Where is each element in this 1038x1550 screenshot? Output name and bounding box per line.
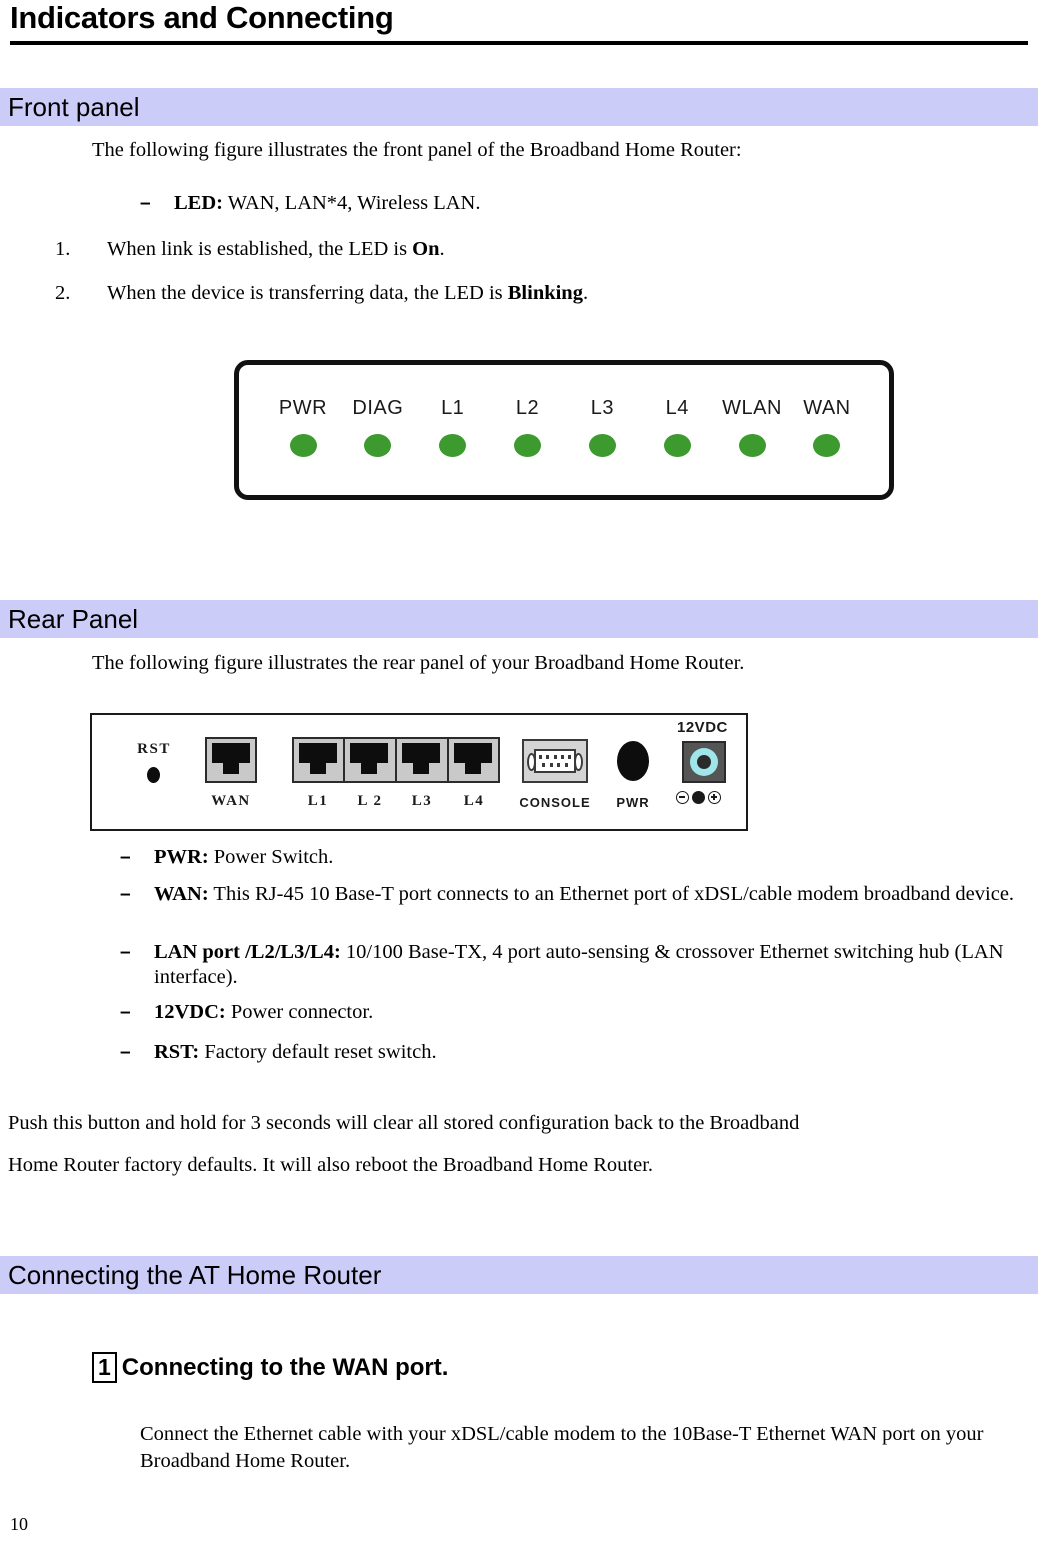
reset-note-line-1: Push this button and hold for 3 seconds … <box>8 1112 800 1134</box>
section-header-rear-panel: Rear Panel <box>0 600 1038 638</box>
front-panel-intro: The following figure illustrates the fro… <box>92 139 742 161</box>
step-1-text-after: . <box>439 238 445 260</box>
rear-wan-label: WAN <box>211 793 251 809</box>
rear-rst-label: RST <box>137 741 171 757</box>
led-indicator-pwr: PWR <box>267 397 339 457</box>
lan-port-l4-icon <box>448 737 500 783</box>
step-1-bold: On <box>412 238 440 260</box>
dash-bullet-icon: – <box>120 884 131 905</box>
rear-12vdc-label: 12VDC <box>677 719 728 736</box>
led-item-label: LED: <box>174 192 223 214</box>
polarity-center-icon <box>692 791 705 804</box>
power-switch-icon <box>617 741 649 781</box>
section-header-front-panel: Front panel <box>0 88 1038 126</box>
polarity-minus-icon <box>676 791 689 804</box>
section-header-connecting: Connecting the AT Home Router <box>0 1256 1038 1294</box>
rear-l1-label: L1 <box>307 793 329 809</box>
rear-item-pwr: – PWR: Power Switch. <box>120 845 1020 870</box>
step-2-text-after: . <box>582 282 589 304</box>
connecting-step-1-body: Connect the Ethernet cable with your xDS… <box>140 1423 984 1472</box>
lan-port-l2-icon <box>344 737 396 783</box>
connecting-step-1-heading: 1 Connecting to the WAN port. <box>92 1352 448 1383</box>
led-label: DIAG <box>352 397 404 419</box>
led-label: L2 <box>515 397 540 419</box>
list-number: 2. <box>55 282 71 304</box>
polarity-plus-icon <box>708 791 721 804</box>
dash-bullet-icon: – <box>120 1002 131 1023</box>
rear-l3-label: L3 <box>411 793 433 809</box>
step-2-bold: Blinking <box>507 282 583 304</box>
led-indicator-wlan: WLAN <box>716 397 788 457</box>
led-label: L3 <box>590 397 614 419</box>
led-dot-icon <box>439 434 467 457</box>
dash-bullet-icon: – <box>120 1042 131 1063</box>
rear-item-rst-text: Factory default reset switch. <box>199 1041 437 1063</box>
led-indicator-l1: L1 <box>417 397 489 457</box>
page-number: 10 <box>10 1514 28 1534</box>
rear-l2-label: L 2 <box>357 793 383 809</box>
led-label: PWR <box>278 397 328 419</box>
reset-button-icon <box>147 767 160 783</box>
led-label: WAN <box>803 397 851 419</box>
rear-item-wan-label: WAN: <box>154 883 209 905</box>
led-dot-icon <box>514 434 542 457</box>
rear-item-12vdc-label: 12VDC: <box>154 1001 226 1023</box>
led-indicator-diag: DIAG <box>342 397 414 457</box>
step-title: Connecting to the WAN port. <box>121 1353 449 1381</box>
rear-item-wan-text: This RJ-45 10 Base-T port connects to an… <box>208 883 1015 905</box>
led-label: L4 <box>665 397 689 419</box>
title-divider <box>10 41 1028 45</box>
rear-pwr-label: PWR <box>616 795 650 810</box>
led-dot-icon <box>813 434 841 457</box>
front-panel-led-item: – LED: WAN, LAN*4, Wireless LAN. <box>140 191 840 216</box>
rear-item-wan: – WAN: This RJ-45 10 Base-T port connect… <box>120 882 1028 907</box>
dash-bullet-icon: – <box>140 193 151 214</box>
front-panel-step-2: 2. When the device is transferring data,… <box>55 280 885 306</box>
front-panel-step-1: 1. When link is established, the LED is … <box>55 236 885 262</box>
rear-item-rst-label: RST: <box>154 1041 200 1063</box>
step-2-text-before: When the device is transferring data, th… <box>107 282 508 304</box>
led-label: WLAN <box>722 397 782 419</box>
dash-bullet-icon: – <box>120 942 131 963</box>
rear-item-lan: – LAN port /L2/L3/L4: 10/100 Base-TX, 4 … <box>120 940 1020 990</box>
led-dot-icon <box>588 434 616 457</box>
rear-panel-diagram: RST WAN L1 L 2 L3 L4 CONSOLE PWR 12VDC <box>90 713 748 831</box>
dc-power-jack-icon <box>682 741 726 783</box>
rear-item-12vdc: – 12VDC: Power connector. <box>120 1000 1020 1025</box>
led-indicator-wan: WAN <box>791 397 863 457</box>
rear-item-pwr-text: Power Switch. <box>208 846 334 868</box>
dc-polarity-icons <box>676 791 721 804</box>
rear-console-label: CONSOLE <box>519 795 591 810</box>
rear-item-pwr-label: PWR: <box>154 846 209 868</box>
lan-ports-group <box>292 737 500 783</box>
list-number: 1. <box>55 238 71 260</box>
led-item-text: WAN, LAN*4, Wireless LAN. <box>222 192 481 214</box>
led-dot-icon <box>663 434 691 457</box>
led-dot-icon <box>364 434 392 457</box>
led-dot-icon <box>289 434 317 457</box>
step-1-text-before: When link is established, the LED is <box>107 238 413 260</box>
led-row: PWR DIAG L1 L2 L3 L4 WLAN WAN <box>267 397 863 457</box>
front-panel-diagram: PWR DIAG L1 L2 L3 L4 WLAN WAN <box>234 360 894 500</box>
rear-item-rst: – RST: Factory default reset switch. <box>120 1040 1020 1065</box>
dash-bullet-icon: – <box>120 847 131 868</box>
led-indicator-l3: L3 <box>566 397 638 457</box>
lan-port-l1-icon <box>292 737 344 783</box>
page-title: Indicators and Connecting <box>10 0 394 35</box>
rear-item-12vdc-text: Power connector. <box>225 1001 374 1023</box>
reset-note-line-2: Home Router factory defaults. It will al… <box>8 1154 654 1176</box>
lan-port-l3-icon <box>396 737 448 783</box>
step-number-badge: 1 <box>92 1352 117 1383</box>
console-port-icon <box>522 739 588 783</box>
led-dot-icon <box>738 434 766 457</box>
wan-port-icon <box>205 737 257 783</box>
led-indicator-l4: L4 <box>641 397 713 457</box>
led-indicator-l2: L2 <box>492 397 564 457</box>
rear-l4-label: L4 <box>463 793 485 809</box>
led-label: L1 <box>441 397 465 419</box>
rear-panel-intro: The following figure illustrates the rea… <box>92 652 745 674</box>
rear-item-lan-label: LAN port /L2/L3/L4: <box>154 941 341 963</box>
